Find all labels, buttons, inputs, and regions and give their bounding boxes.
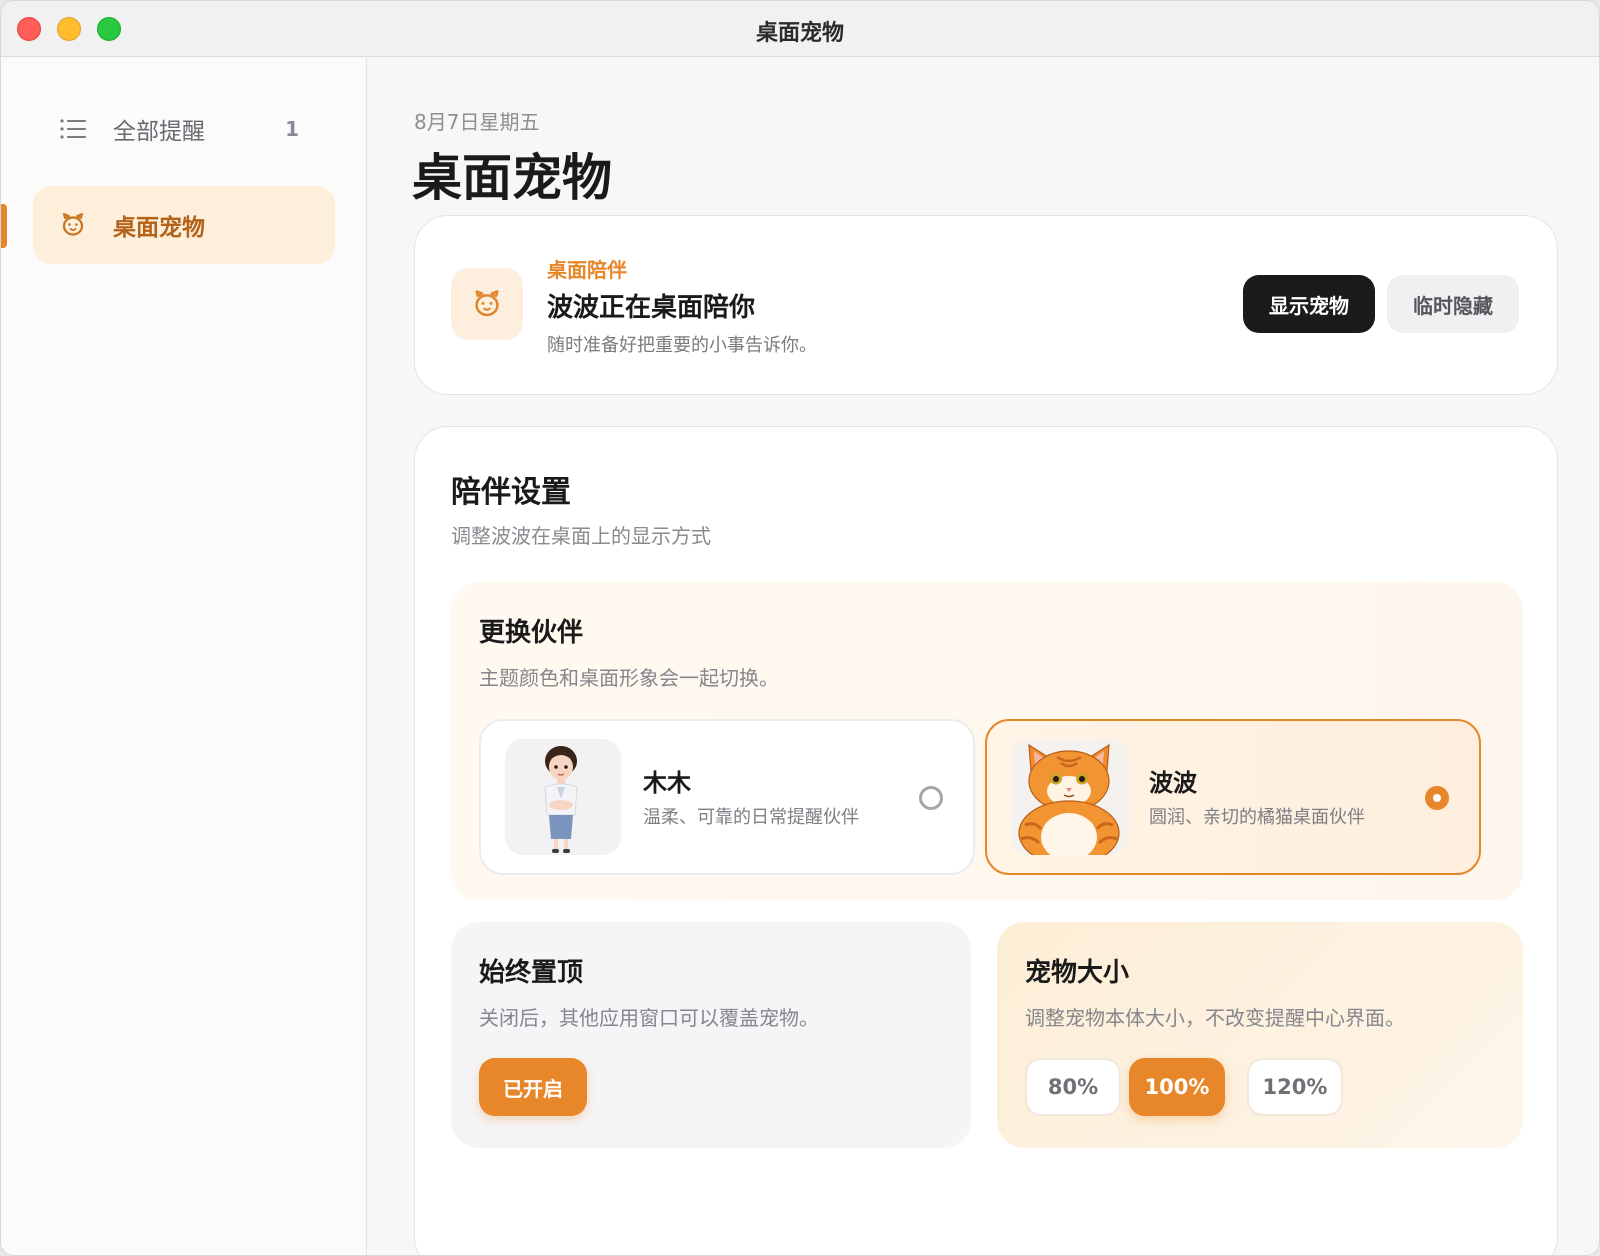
- companion-option-bobo[interactable]: 波波 圆润、亲切的橘猫桌面伙伴: [985, 719, 1481, 875]
- companion-kicker: 桌面陪伴: [547, 258, 627, 282]
- always-on-top-title: 始终置顶: [479, 958, 584, 988]
- pet-description: 温柔、可靠的日常提醒伙伴: [643, 807, 859, 828]
- mumu-radio[interactable]: [919, 786, 943, 810]
- settings-subtitle: 调整波波在桌面上的显示方式: [451, 524, 711, 548]
- title-bar: 桌面宠物: [1, 1, 1599, 57]
- pet-name: 木木: [643, 769, 691, 797]
- pet-icon: [475, 290, 499, 317]
- sidebar-item-label: 全部提醒: [113, 119, 205, 145]
- pet-size-subtitle: 调整宠物本体大小，不改变提醒中心界面。: [1025, 1006, 1405, 1030]
- bobo-avatar: [1011, 739, 1127, 855]
- current-date: 8月7日星期五: [414, 110, 540, 134]
- always-on-top-toggle[interactable]: 已开启: [479, 1058, 587, 1116]
- window-title: 桌面宠物: [755, 21, 844, 46]
- show-pet-button[interactable]: 显示宠物: [1243, 275, 1375, 333]
- mumu-avatar: [505, 739, 621, 855]
- hide-pet-button[interactable]: 临时隐藏: [1387, 275, 1519, 333]
- companion-subtitle: 随时准备好把重要的小事告诉你。: [547, 335, 817, 356]
- selected-indicator: [1, 204, 7, 248]
- size-option-100[interactable]: 100%: [1129, 1058, 1225, 1116]
- page-title: 桌面宠物: [412, 149, 612, 207]
- switch-companion-panel: 更换伙伴 主题颜色和桌面形象会一起切换。 木木 温柔、可靠的日常提醒伙伴 波波 …: [451, 582, 1523, 900]
- list-icon: [59, 115, 87, 143]
- sidebar-item-desktop-pet[interactable]: 桌面宠物: [33, 186, 335, 264]
- pet-badge: [451, 268, 523, 340]
- pet-icon: [59, 211, 87, 239]
- companion-title: 波波正在桌面陪你: [547, 293, 756, 323]
- sidebar-item-all-reminders[interactable]: 全部提醒 1: [33, 90, 335, 168]
- switch-companion-subtitle: 主题颜色和桌面形象会一起切换。: [479, 666, 779, 690]
- pet-size-title: 宠物大小: [1025, 958, 1130, 988]
- companion-settings-card: 陪伴设置 调整波波在桌面上的显示方式 更换伙伴 主题颜色和桌面形象会一起切换。: [414, 426, 1558, 1255]
- pet-size-panel: 宠物大小 调整宠物本体大小，不改变提醒中心界面。 80% 100% 120%: [997, 922, 1523, 1148]
- reminder-count-badge: 1: [285, 117, 299, 141]
- pet-description: 圆润、亲切的橘猫桌面伙伴: [1149, 807, 1365, 828]
- bobo-radio[interactable]: [1425, 786, 1449, 810]
- pet-name: 波波: [1149, 769, 1197, 797]
- settings-title: 陪伴设置: [451, 475, 571, 510]
- size-option-120[interactable]: 120%: [1247, 1058, 1343, 1116]
- sidebar: 全部提醒 1 桌面宠物: [1, 58, 367, 1255]
- switch-companion-title: 更换伙伴: [479, 618, 584, 648]
- companion-option-mumu[interactable]: 木木 温柔、可靠的日常提醒伙伴: [479, 719, 975, 875]
- sidebar-item-label: 桌面宠物: [113, 215, 205, 241]
- app-window: 桌面宠物 全部提醒 1 桌面宠物 8月7日星期五 桌面宠物 桌面陪伴 波波正在桌…: [0, 0, 1600, 1256]
- always-on-top-panel: 始终置顶 关闭后，其他应用窗口可以覆盖宠物。 已开启: [451, 922, 971, 1148]
- main-content: 8月7日星期五 桌面宠物 桌面陪伴 波波正在桌面陪你 随时准备好把重要的小事告诉…: [368, 58, 1599, 1255]
- always-on-top-subtitle: 关闭后，其他应用窗口可以覆盖宠物。: [479, 1006, 819, 1030]
- size-option-80[interactable]: 80%: [1025, 1058, 1121, 1116]
- companion-status-card: 桌面陪伴 波波正在桌面陪你 随时准备好把重要的小事告诉你。 显示宠物 临时隐藏: [414, 215, 1558, 395]
